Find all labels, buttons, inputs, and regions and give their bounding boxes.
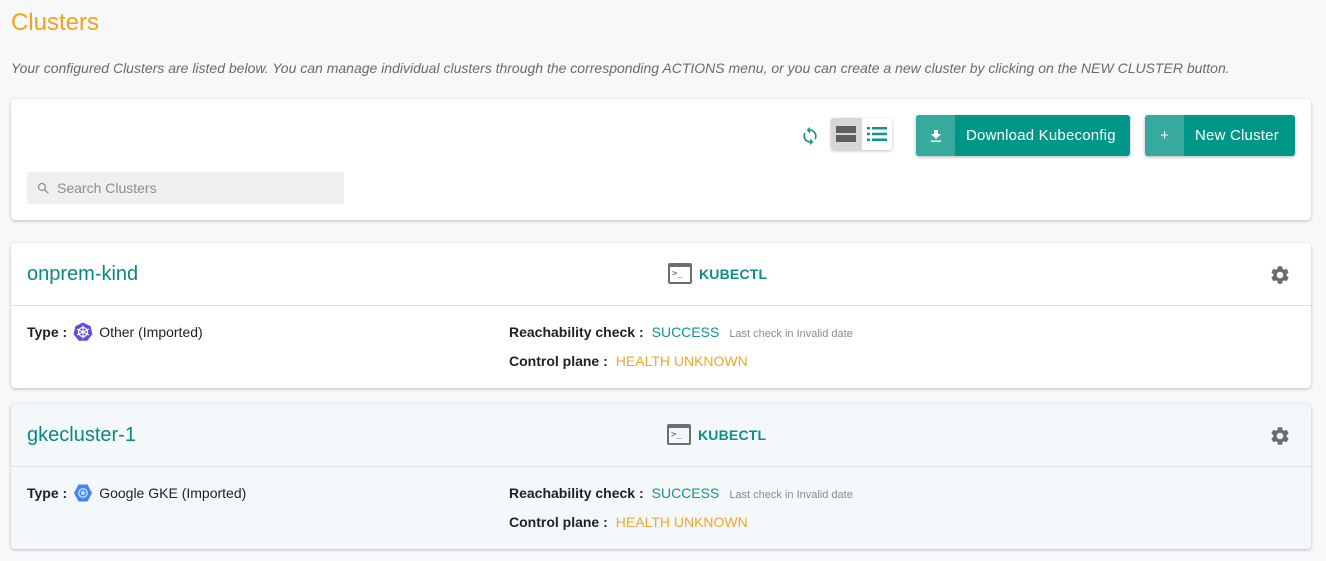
kubectl-button[interactable]: >_ KUBECTL: [667, 424, 766, 445]
card-view-toggle[interactable]: [831, 118, 862, 150]
type-value: Other (Imported): [99, 324, 203, 340]
reachability-row: Reachability check : SUCCESS Last check …: [509, 324, 853, 340]
reachability-status: SUCCESS: [651, 485, 720, 501]
reachability-note: Last check in Invalid date: [729, 489, 853, 501]
page-title: Clusters: [11, 9, 100, 36]
kubernetes-icon: [73, 322, 93, 342]
cluster-card-body: Type : Google GKE (Imported) Reachabilit…: [11, 467, 1311, 548]
download-kubeconfig-label: Download Kubeconfig: [966, 127, 1116, 144]
kubectl-label: KUBECTL: [699, 265, 768, 282]
list-view-toggle[interactable]: [861, 118, 892, 150]
card-view-icon: [836, 126, 857, 142]
cluster-card-header: onprem-kind >_ KUBECTL: [11, 243, 1311, 306]
cluster-card: gkecluster-1 >_ KUBECTL Type : Google GK…: [11, 404, 1311, 549]
cluster-card-body: Type : Other (Imported) Reachability che…: [11, 306, 1311, 387]
control-plane-label: Control plane :: [509, 514, 608, 530]
cluster-card-header: gkecluster-1 >_ KUBECTL: [11, 404, 1311, 467]
refresh-icon: [803, 126, 817, 146]
control-plane-label: Control plane :: [509, 353, 608, 369]
kubectl-button[interactable]: >_ KUBECTL: [668, 263, 767, 284]
kubectl-label: KUBECTL: [698, 426, 767, 443]
new-cluster-label: New Cluster: [1195, 127, 1279, 144]
google-gke-icon: [73, 483, 93, 503]
download-icon: [916, 115, 955, 156]
gear-icon[interactable]: [1269, 425, 1291, 447]
reachability-label: Reachability check :: [509, 485, 644, 501]
toolbar-card: Download Kubeconfig + New Cluster: [11, 99, 1311, 220]
search-clusters-input[interactable]: [57, 180, 344, 196]
terminal-icon: >_: [668, 263, 692, 284]
cluster-card: onprem-kind >_ KUBECTL Type : Other (Imp…: [11, 243, 1311, 388]
page-description: Your configured Clusters are listed belo…: [11, 60, 1230, 76]
list-view-icon: [866, 127, 887, 141]
control-plane-status: HEALTH UNKNOWN: [615, 514, 748, 530]
reachability-label: Reachability check :: [509, 324, 644, 340]
cluster-name[interactable]: onprem-kind: [27, 263, 138, 286]
control-plane-row: Control plane : HEALTH UNKNOWN: [509, 353, 748, 369]
cluster-type-row: Type : Google GKE (Imported): [27, 483, 246, 503]
refresh-button[interactable]: [798, 124, 822, 148]
type-value: Google GKE (Imported): [99, 485, 247, 501]
plus-icon: +: [1145, 115, 1184, 156]
control-plane-status: HEALTH UNKNOWN: [615, 353, 748, 369]
view-toggle: [831, 118, 892, 150]
reachability-note: Last check in Invalid date: [729, 328, 853, 340]
new-cluster-button[interactable]: + New Cluster: [1145, 115, 1295, 156]
search-icon: [27, 181, 57, 196]
cluster-name[interactable]: gkecluster-1: [27, 424, 136, 447]
download-kubeconfig-button[interactable]: Download Kubeconfig: [916, 115, 1130, 156]
type-label: Type :: [27, 324, 68, 340]
control-plane-row: Control plane : HEALTH UNKNOWN: [509, 514, 748, 530]
gear-icon[interactable]: [1269, 264, 1291, 286]
reachability-row: Reachability check : SUCCESS Last check …: [509, 485, 853, 501]
terminal-icon: >_: [667, 424, 691, 445]
cluster-type-row: Type : Other (Imported): [27, 322, 203, 342]
search-box: [27, 172, 344, 204]
type-label: Type :: [27, 485, 68, 501]
reachability-status: SUCCESS: [651, 324, 720, 340]
